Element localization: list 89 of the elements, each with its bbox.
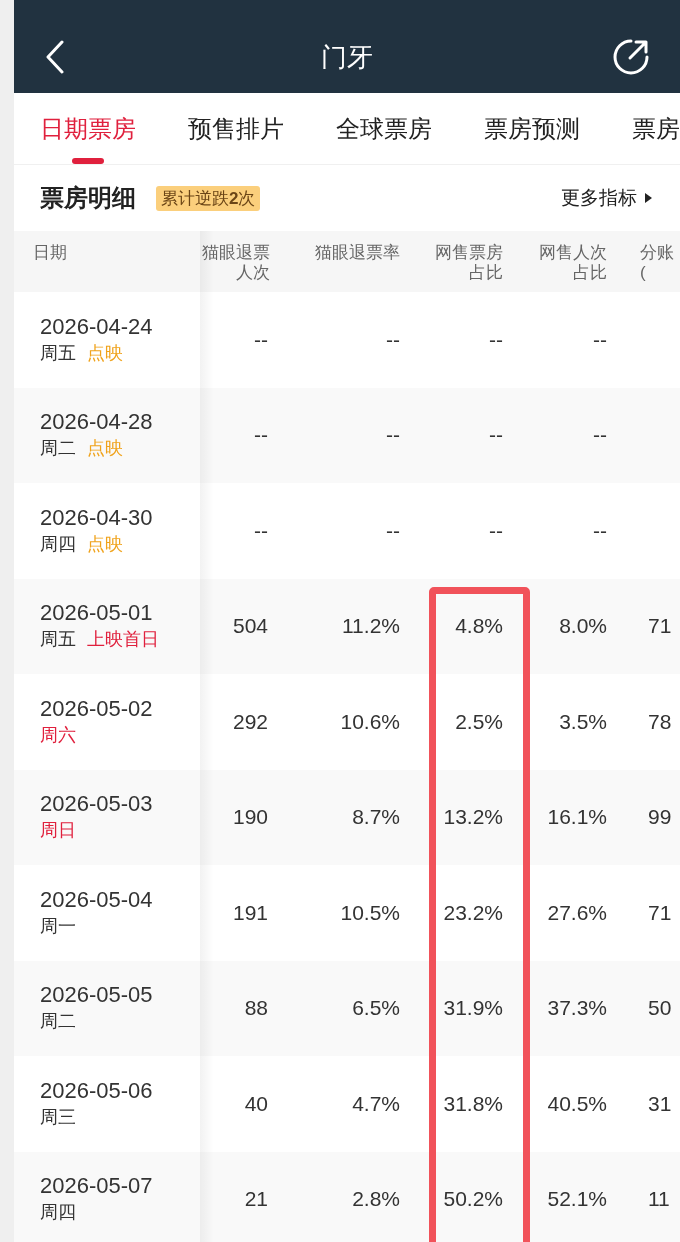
page-title: 门牙 — [321, 41, 373, 72]
refund-count-value: -- — [254, 518, 268, 543]
split-amount-value: 71 — [648, 614, 672, 639]
online-admissions-share-value: 37.3% — [547, 996, 607, 1021]
weekday-text: 周二 — [40, 1010, 76, 1034]
column-header: 分账( — [640, 243, 675, 283]
weekday-text: 周五 — [40, 341, 76, 365]
split-amount-value: 31 — [648, 1091, 672, 1116]
online-sales-share-value: 50.2% — [443, 1187, 503, 1212]
date-text: 2026-04-30 — [40, 504, 153, 531]
date-text: 2026-05-04 — [40, 886, 153, 913]
refund-rate-value: -- — [386, 518, 400, 543]
split-amount-value: 50 — [648, 996, 672, 1021]
section-title: 票房明细 — [40, 183, 136, 213]
refund-count-value: -- — [254, 423, 268, 448]
online-sales-share-value: 31.8% — [443, 1091, 503, 1116]
refund-rate-value: 6.5% — [352, 996, 400, 1021]
caret-icon — [645, 193, 652, 203]
refund-rate-value: 11.2% — [342, 614, 400, 639]
refund-count-value: 21 — [244, 1187, 268, 1212]
online-admissions-share-value: -- — [593, 518, 607, 543]
date-text: 2026-04-24 — [40, 313, 153, 340]
date-text: 2026-05-01 — [40, 600, 153, 627]
refund-rate-value: -- — [386, 423, 400, 448]
weekday-text: 周四 — [40, 1201, 76, 1225]
weekday-text: 周三 — [40, 1105, 76, 1129]
refund-count-value: 292 — [232, 709, 268, 734]
release-tag: 点映 — [87, 339, 123, 366]
decline-count-badge: 累计逆跌2次 — [156, 185, 261, 211]
tab[interactable]: 票房 — [632, 93, 680, 164]
tab[interactable]: 预售排片 — [188, 93, 284, 164]
split-amount-value: 11 — [648, 1187, 670, 1212]
release-tag: 上映首日 — [87, 626, 159, 653]
split-amount-value: 71 — [648, 900, 672, 925]
tab[interactable]: 票房预测 — [484, 93, 580, 164]
online-admissions-share-value: 27.6% — [547, 900, 607, 925]
refund-count-value: 191 — [232, 900, 268, 925]
weekday-text: 周二 — [40, 437, 76, 461]
column-header: 日期 — [33, 243, 67, 263]
split-amount-value: 78 — [648, 709, 672, 734]
refund-count-value: -- — [254, 327, 268, 352]
online-admissions-share-value: 16.1% — [547, 805, 607, 830]
online-sales-share-value: 2.5% — [455, 709, 503, 734]
tab[interactable]: 全球票房 — [336, 93, 432, 164]
online-sales-share-value: 23.2% — [443, 900, 503, 925]
weekday-text: 周日 — [40, 819, 76, 843]
date-text: 2026-04-28 — [40, 409, 153, 436]
column-header: 网售票房占比 — [434, 243, 503, 283]
weekday-text: 周四 — [40, 532, 76, 556]
column-header: 猫眼退票率 — [315, 243, 400, 263]
refund-rate-value: 10.6% — [340, 709, 400, 734]
tab[interactable]: 日期票房 — [40, 93, 136, 164]
online-admissions-share-value: 40.5% — [547, 1091, 607, 1116]
online-sales-share-value: 31.9% — [443, 996, 503, 1021]
refund-rate-value: 10.5% — [340, 900, 400, 925]
column-header: 网售人次占比 — [538, 243, 607, 283]
refund-rate-value: 4.7% — [352, 1091, 400, 1116]
weekday-text: 周一 — [40, 914, 76, 938]
online-admissions-share-value: 3.5% — [559, 709, 607, 734]
weekday-text: 周六 — [40, 723, 76, 747]
online-admissions-share-value: -- — [593, 327, 607, 352]
refund-count-value: 190 — [232, 805, 268, 830]
online-sales-share-value: -- — [489, 327, 503, 352]
date-text: 2026-05-07 — [40, 1173, 153, 1200]
date-text: 2026-05-02 — [40, 695, 153, 722]
refund-count-value: 504 — [232, 614, 268, 639]
column-header: 猫眼退票人次 — [201, 243, 270, 283]
date-text: 2026-05-05 — [40, 982, 153, 1009]
online-sales-share-value: 13.2% — [443, 805, 503, 830]
refund-rate-value: -- — [386, 327, 400, 352]
date-text: 2026-05-06 — [40, 1077, 153, 1104]
weekday-text: 周五 — [40, 628, 76, 652]
date-text: 2026-05-03 — [40, 791, 153, 818]
share-icon[interactable] — [612, 37, 650, 76]
release-tag: 点映 — [87, 435, 123, 462]
split-amount-value: 99 — [648, 805, 672, 830]
refund-count-value: 88 — [244, 996, 268, 1021]
refund-rate-value: 8.7% — [352, 805, 400, 830]
online-sales-share-value: 4.8% — [455, 614, 503, 639]
online-admissions-share-value: 52.1% — [547, 1187, 607, 1212]
online-admissions-share-value: -- — [593, 423, 607, 448]
refund-rate-value: 2.8% — [352, 1187, 400, 1212]
refund-count-value: 40 — [244, 1091, 268, 1116]
online-sales-share-value: -- — [489, 518, 503, 543]
more-metrics-link[interactable]: 更多指标 — [561, 185, 652, 211]
back-icon[interactable] — [45, 39, 65, 74]
release-tag: 点映 — [87, 530, 123, 557]
online-admissions-share-value: 8.0% — [559, 614, 607, 639]
online-sales-share-value: -- — [489, 423, 503, 448]
